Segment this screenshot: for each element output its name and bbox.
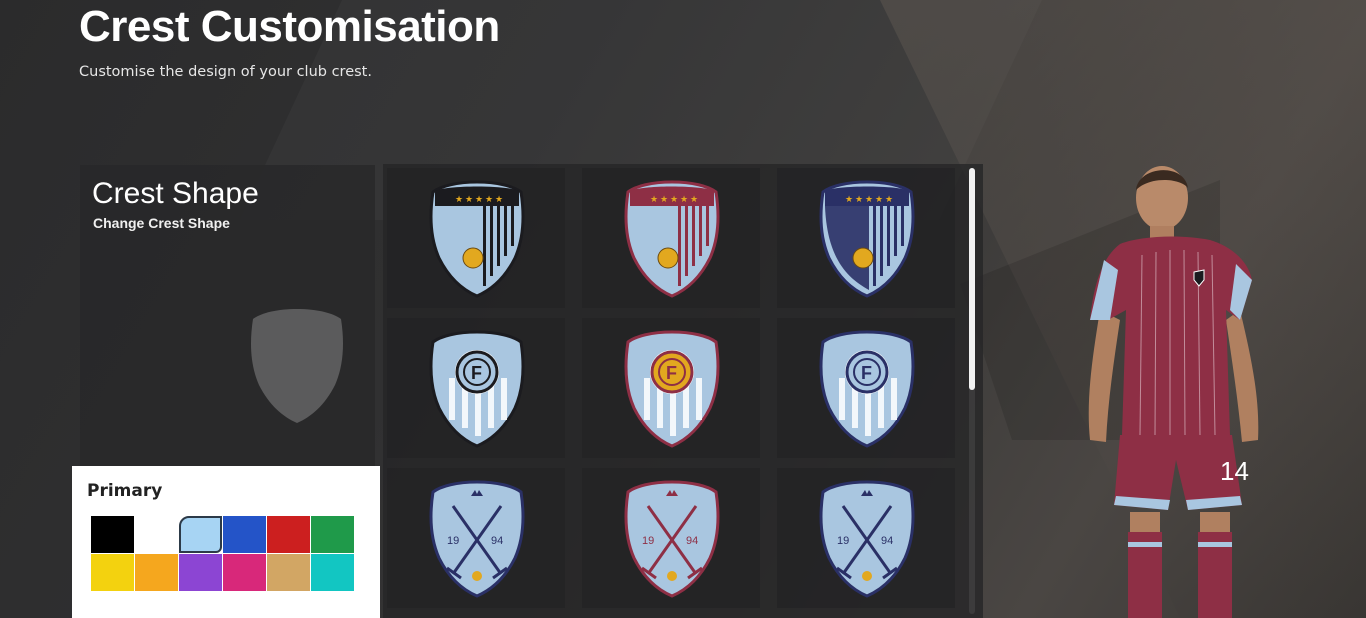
svg-text:F: F [471,363,482,383]
page-subtitle: Customise the design of your club crest. [79,64,372,80]
svg-text:★: ★ [660,195,668,205]
color-picker-label: Primary [87,481,163,501]
svg-text:94: 94 [686,535,698,547]
svg-text:F: F [861,363,872,383]
color-swatch[interactable] [311,516,354,553]
svg-text:★: ★ [650,195,658,205]
crest-icon: 19 94 [819,480,915,598]
svg-text:19: 19 [642,535,654,547]
scrollbar-thumb[interactable] [969,168,975,390]
player-number: 14 [1220,456,1249,486]
crest-swords-1994-red-option[interactable]: 19 94 [582,468,760,608]
crest-shape-title: Crest Shape [92,177,259,210]
svg-text:19: 19 [837,535,849,547]
color-swatch[interactable] [223,516,266,553]
svg-text:★: ★ [680,195,688,205]
svg-text:★: ★ [670,195,678,205]
page-title: Crest Customisation [79,2,500,51]
svg-text:★: ★ [875,195,883,205]
svg-text:F: F [666,363,677,383]
svg-text:★: ★ [485,195,493,205]
color-swatch[interactable] [91,554,134,591]
svg-text:★: ★ [885,195,893,205]
svg-text:★: ★ [855,195,863,205]
svg-text:★: ★ [475,195,483,205]
crest-icon: F [429,330,525,448]
svg-text:★: ★ [865,195,873,205]
crest-grid-scrollbar[interactable] [969,168,975,614]
svg-text:★: ★ [455,195,463,205]
svg-text:94: 94 [881,535,893,547]
color-swatch[interactable] [135,516,178,553]
crest-roundel-f-black-option[interactable]: F [387,318,565,458]
crest-icon: F [624,330,720,448]
crest-icon: F [819,330,915,448]
color-swatch[interactable] [135,554,178,591]
color-swatch[interactable] [179,516,222,553]
color-swatch-grid [91,516,354,591]
player-model-image: 14 [1088,166,1259,618]
crest-swords-1994-navy-2-option[interactable]: 19 94 [777,468,955,608]
crest-shape-subtitle: Change Crest Shape [93,215,230,231]
crest-stars-stripes-red-option[interactable]: ★ ★ ★ ★ ★ [582,168,760,308]
color-swatch[interactable] [91,516,134,553]
crest-preview-shield-icon [251,309,343,423]
svg-text:★: ★ [845,195,853,205]
color-swatch[interactable] [179,554,222,591]
color-swatch[interactable] [267,516,310,553]
crest-roundel-f-orange-option[interactable]: F [582,318,760,458]
crest-stars-stripes-black-option[interactable]: ★ ★ ★ ★ ★ [387,168,565,308]
color-swatch[interactable] [223,554,266,591]
crest-roundel-f-navy-option[interactable]: F [777,318,955,458]
svg-text:94: 94 [491,535,503,547]
primary-color-picker: Primary [72,466,380,618]
color-swatch[interactable] [311,554,354,591]
color-swatch[interactable] [267,554,310,591]
crest-icon: ★ ★ ★ ★ ★ [819,180,915,298]
crest-stars-stripes-navy-option[interactable]: ★ ★ ★ ★ ★ [777,168,955,308]
crest-icon: ★ ★ ★ ★ ★ [624,180,720,298]
crest-icon: 19 94 [429,480,525,598]
crest-swords-1994-navy-option[interactable]: 19 94 [387,468,565,608]
svg-text:19: 19 [447,535,459,547]
svg-text:★: ★ [465,195,473,205]
svg-text:★: ★ [690,195,698,205]
crest-icon: ★ ★ ★ ★ ★ [429,180,525,298]
svg-text:★: ★ [495,195,503,205]
crest-icon: 19 94 [624,480,720,598]
